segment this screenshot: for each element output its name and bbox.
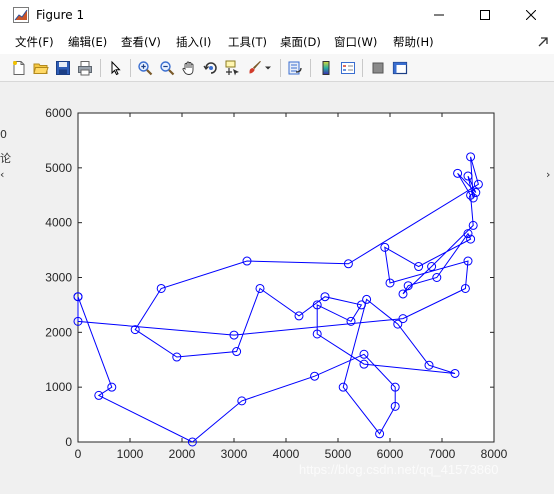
figure-window: Figure 1 文件(F) 编辑(E) 查看(V) 插入(I) 工具(T) 桌… (0, 0, 554, 494)
x-tick-label: 3000 (221, 447, 248, 461)
y-tick-label: 3000 (45, 271, 72, 285)
x-tick-label: 4000 (273, 447, 300, 461)
line-plot[interactable]: 0 1000 2000 3000 4000 5000 6000 7000 8000 0 1000 20… (0, 0, 554, 494)
watermark-text: https://blog.csdn.net/qq_41573860 (299, 462, 499, 477)
x-tick-label: 5000 (325, 447, 352, 461)
x-tick-label: 2000 (169, 447, 196, 461)
x-tick-label: 1000 (117, 447, 144, 461)
x-tick-label: 0 (75, 447, 82, 461)
y-tick-label: 4000 (45, 216, 72, 230)
y-tick-label: 6000 (45, 106, 72, 120)
y-tick-label: 0 (65, 435, 72, 449)
x-tick-label: 6000 (377, 447, 404, 461)
y-tick-label: 5000 (45, 161, 72, 175)
axes-background (77, 112, 495, 443)
y-tick-label: 1000 (45, 380, 72, 394)
x-tick-label: 8000 (481, 447, 508, 461)
y-tick-label: 2000 (45, 325, 72, 339)
x-tick-label: 7000 (429, 447, 456, 461)
